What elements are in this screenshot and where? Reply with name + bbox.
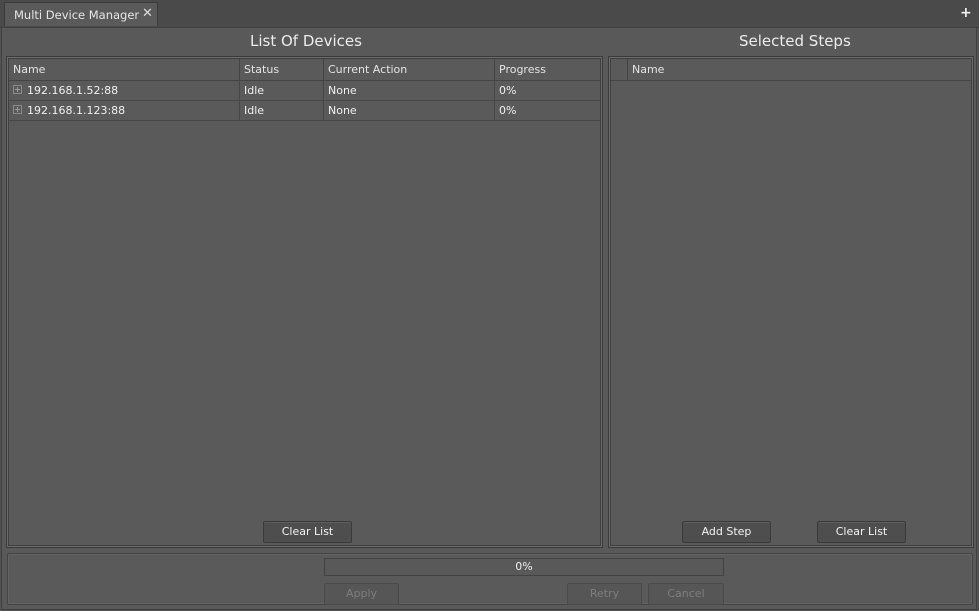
column-header-name[interactable]: Name bbox=[9, 59, 240, 80]
steps-table[interactable]: Name Add Step Clear List bbox=[610, 58, 972, 546]
retry-button[interactable]: Retry bbox=[567, 583, 642, 605]
tab-bar: Multi Device Manager ✕ + bbox=[0, 0, 979, 28]
add-step-button[interactable]: Add Step bbox=[682, 521, 771, 543]
tab-multi-device-manager[interactable]: Multi Device Manager ✕ bbox=[4, 2, 158, 26]
column-header-progress[interactable]: Progress bbox=[495, 59, 600, 80]
clear-devices-button[interactable]: Clear List bbox=[263, 521, 352, 543]
table-row[interactable]: 192.168.1.52:88 Idle None 0% bbox=[9, 81, 600, 101]
overall-progress-bar: 0% bbox=[324, 558, 724, 576]
devices-panel: Name Status Current Action Progress 192.… bbox=[6, 56, 603, 548]
close-icon[interactable]: ✕ bbox=[142, 6, 153, 21]
steps-table-header: Name bbox=[611, 59, 971, 81]
column-header-current-action[interactable]: Current Action bbox=[324, 59, 495, 80]
device-current-action: None bbox=[324, 81, 495, 100]
table-row[interactable]: 192.168.1.123:88 Idle None 0% bbox=[9, 101, 600, 121]
tab-title: Multi Device Manager bbox=[14, 8, 140, 22]
multi-device-manager-window: List Of Devices Selected Steps Name Stat… bbox=[1, 27, 977, 610]
devices-title: List Of Devices bbox=[250, 32, 362, 50]
steps-title: Selected Steps bbox=[739, 32, 851, 50]
devices-table[interactable]: Name Status Current Action Progress 192.… bbox=[8, 58, 601, 546]
column-header-status[interactable]: Status bbox=[240, 59, 324, 80]
plus-icon[interactable]: + bbox=[960, 5, 972, 21]
clear-steps-button[interactable]: Clear List bbox=[817, 521, 906, 543]
expand-icon[interactable] bbox=[13, 85, 22, 94]
action-panel: 0% Apply Retry Cancel bbox=[7, 553, 973, 605]
column-header-step-name[interactable]: Name bbox=[628, 59, 971, 80]
devices-table-header: Name Status Current Action Progress bbox=[9, 59, 600, 81]
device-progress: 0% bbox=[499, 84, 517, 97]
steps-panel: Name Add Step Clear List bbox=[608, 56, 974, 548]
device-status: Idle bbox=[240, 101, 324, 120]
device-current-action: None bbox=[324, 101, 495, 120]
device-progress: 0% bbox=[499, 104, 517, 117]
column-header-blank bbox=[611, 59, 628, 80]
device-name-cell: 192.168.1.123:88 bbox=[9, 101, 240, 120]
cancel-button[interactable]: Cancel bbox=[648, 583, 724, 605]
device-name-cell: 192.168.1.52:88 bbox=[9, 81, 240, 100]
apply-button[interactable]: Apply bbox=[324, 583, 399, 605]
expand-icon[interactable] bbox=[13, 105, 22, 114]
device-status: Idle bbox=[240, 81, 324, 100]
device-name: 192.168.1.123:88 bbox=[27, 104, 126, 117]
device-name: 192.168.1.52:88 bbox=[27, 84, 119, 97]
